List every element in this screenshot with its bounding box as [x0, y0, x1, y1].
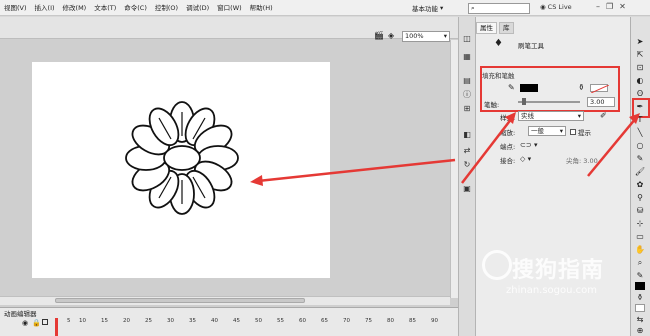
arrow-to-flower: [257, 158, 456, 183]
arrow-to-tool: [587, 117, 637, 177]
watermark-url: zhinan.sogou.com: [506, 285, 598, 296]
arrow-head: [505, 112, 516, 124]
arrow-to-panel: [461, 117, 513, 184]
arrow-head: [250, 175, 263, 186]
watermark-text: 搜狗指南: [512, 258, 605, 283]
watermark-logo: [482, 250, 512, 280]
arrow-head: [629, 113, 640, 124]
